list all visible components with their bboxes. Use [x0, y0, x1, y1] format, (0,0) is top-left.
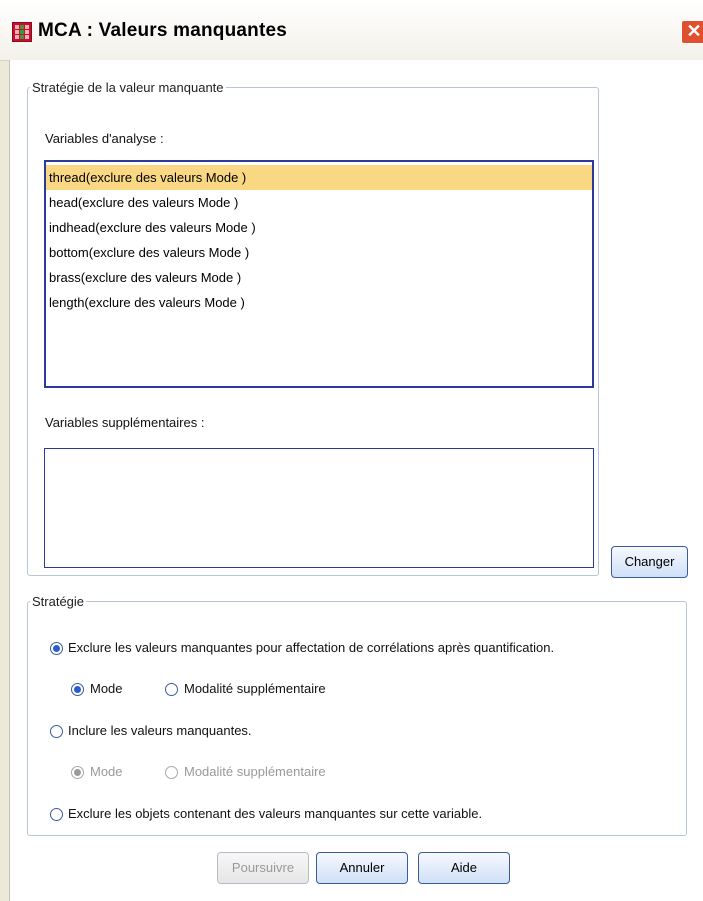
- analysis-variables-list[interactable]: thread(exclure des valeurs Mode ) head(e…: [44, 160, 594, 388]
- include-missing-radio[interactable]: [50, 725, 63, 738]
- strategy-group: Stratégie: [27, 594, 687, 836]
- list-item[interactable]: bottom(exclure des valeurs Mode ): [46, 240, 592, 265]
- spss-app-icon: [12, 22, 32, 42]
- list-item[interactable]: thread(exclure des valeurs Mode ): [46, 165, 592, 190]
- include-mode-label: Mode: [90, 764, 123, 779]
- include-supplementary-label: Modalité supplémentaire: [184, 764, 326, 779]
- dialog-window: MCA : Valeurs manquantes ✕ Stratégie de …: [0, 0, 703, 901]
- exclude-imputation-radio[interactable]: [50, 642, 63, 655]
- exclude-mode-radio[interactable]: [71, 683, 84, 696]
- include-supplementary-radio: [165, 766, 178, 779]
- exclude-objects-label[interactable]: Exclure les objets contenant des valeurs…: [68, 806, 482, 821]
- exclude-mode-label[interactable]: Mode: [90, 681, 123, 696]
- list-item[interactable]: head(exclure des valeurs Mode ): [46, 190, 592, 215]
- help-button[interactable]: Aide: [418, 852, 510, 884]
- cancel-button[interactable]: Annuler: [316, 852, 408, 884]
- exclude-supplementary-label[interactable]: Modalité supplémentaire: [184, 681, 326, 696]
- list-item[interactable]: length(exclure des valeurs Mode ): [46, 290, 592, 315]
- include-missing-label[interactable]: Inclure les valeurs manquantes.: [68, 723, 252, 738]
- exclude-imputation-label[interactable]: Exclure les valeurs manquantes pour affe…: [68, 640, 554, 655]
- list-item[interactable]: indhead(exclure des valeurs Mode ): [46, 215, 592, 240]
- list-item[interactable]: brass(exclure des valeurs Mode ): [46, 265, 592, 290]
- exclude-objects-radio[interactable]: [50, 808, 63, 821]
- title-bar[interactable]: MCA : Valeurs manquantes ✕: [0, 0, 703, 61]
- continue-button[interactable]: Poursuivre: [217, 852, 309, 884]
- window-title: MCA : Valeurs manquantes: [38, 20, 288, 41]
- exclude-supplementary-radio[interactable]: [165, 683, 178, 696]
- change-button[interactable]: Changer: [611, 546, 688, 578]
- include-mode-radio: [71, 766, 84, 779]
- analysis-variables-label: Variables d'analyse :: [45, 131, 164, 146]
- close-icon[interactable]: ✕: [681, 20, 703, 44]
- supplementary-variables-label: Variables supplémentaires :: [45, 415, 205, 430]
- missing-value-strategy-legend: Stratégie de la valeur manquante: [32, 80, 224, 95]
- strategy-legend: Stratégie: [32, 594, 85, 609]
- supplementary-variables-list[interactable]: [44, 448, 594, 568]
